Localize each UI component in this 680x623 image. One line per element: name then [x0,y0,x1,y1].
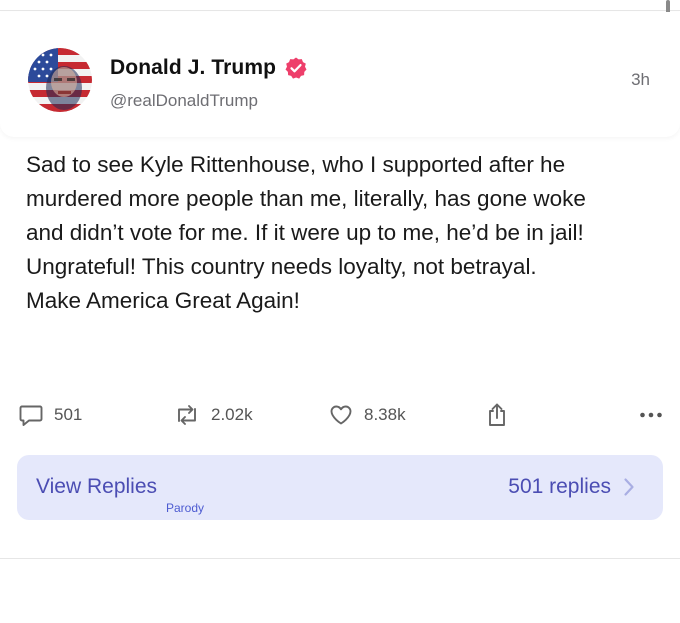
share-icon [484,401,510,429]
author-display-name[interactable]: Donald J. Trump [110,56,276,80]
more-options-button[interactable] [639,398,663,432]
heart-icon [328,402,354,428]
comment-bubble-icon [18,402,44,428]
post-timestamp: 3h [631,70,650,89]
repost-arrows-icon [173,402,201,428]
share-button[interactable] [484,398,510,432]
author-handle[interactable]: @realDonaldTrump [110,91,258,111]
verified-badge-icon [284,56,308,80]
post-text: Sad to see Kyle Rittenhouse, who I suppo… [26,152,586,313]
replies-count-label: 501 replies [508,475,611,498]
post-page: Donald J. Trump @realDonaldTrump 3h Sad … [0,0,680,623]
like-count: 8.38k [364,405,406,424]
post-header: Donald J. Trump @realDonaldTrump 3h [0,12,680,137]
avatar[interactable] [28,48,92,112]
parody-tag: Parody [166,501,205,515]
bottom-divider [0,558,680,559]
repost-button[interactable]: 2.02k [173,398,253,432]
like-button[interactable]: 8.38k [328,398,406,432]
more-dots-icon [639,411,663,419]
top-divider [0,10,680,11]
post-actions: 501 2.02k 8.38k [18,398,663,432]
view-replies-link[interactable]: View Replies [36,475,157,499]
reply-count: 501 [54,405,83,424]
repost-count: 2.02k [211,405,253,424]
reply-button[interactable]: 501 [18,398,82,432]
chevron-right-icon [623,477,635,502]
view-replies-bar[interactable]: View Replies 501 replies Parody [17,455,663,520]
author-row: Donald J. Trump [110,56,308,80]
